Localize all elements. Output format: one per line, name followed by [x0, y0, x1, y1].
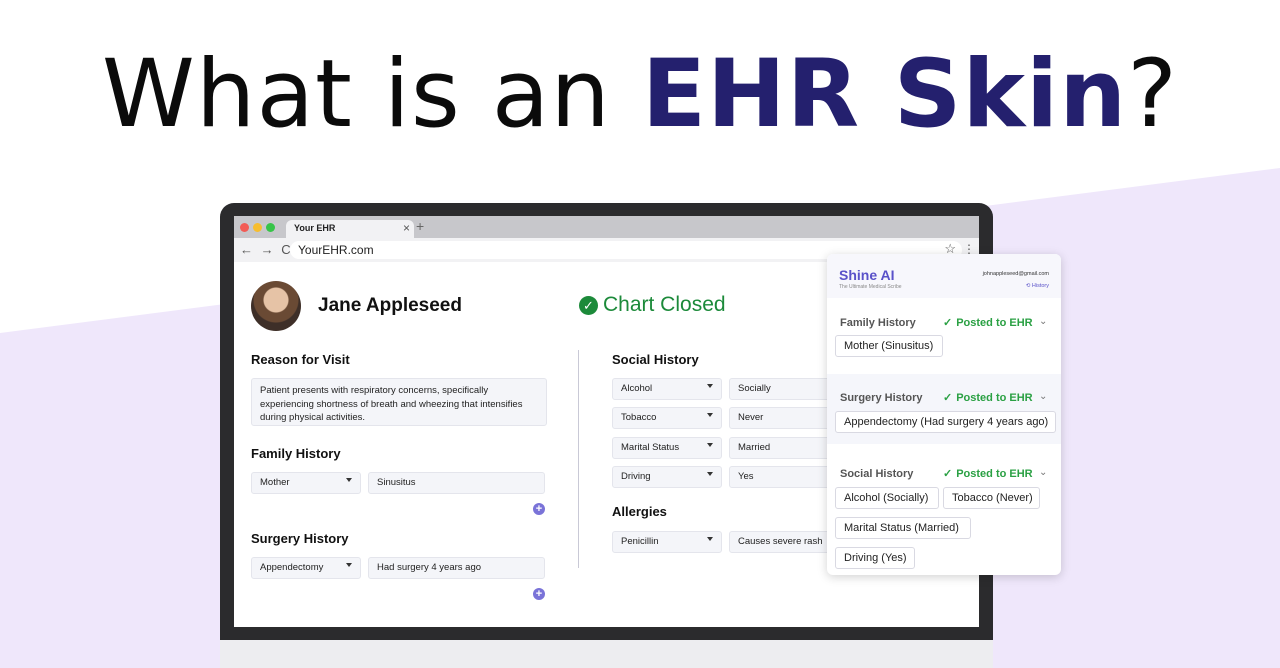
shine-header: Shine AI The Ultimate Medical Scribe joh… — [827, 254, 1061, 298]
select-value: Penicillin — [621, 536, 659, 547]
family-relation-select[interactable]: Mother — [251, 472, 361, 494]
chip-text: Alcohol (Socially) — [844, 492, 929, 504]
shine-section-title: Family History — [840, 317, 916, 329]
browser-tab[interactable]: Your EHR × — [286, 220, 414, 238]
reason-text: Patient presents with respiratory concer… — [260, 385, 523, 423]
chip[interactable]: Mother (Sinusitus) — [835, 335, 943, 357]
chevron-down-icon — [707, 537, 713, 541]
shine-section-title: Social History — [840, 468, 914, 480]
maximize-window-button[interactable] — [266, 223, 275, 232]
headline-suffix: ? — [1127, 40, 1179, 149]
close-window-button[interactable] — [240, 223, 249, 232]
chip[interactable]: Appendectomy (Had surgery 4 years ago) — [835, 411, 1056, 433]
field-value: Sinusitus — [377, 477, 416, 488]
posted-status: ✓ Posted to EHR — [943, 316, 1033, 329]
select-value: Mother — [260, 477, 290, 488]
select-value: Marital Status — [621, 442, 680, 453]
add-surgery-row-icon[interactable]: + — [533, 588, 545, 600]
shine-logo-title: Shine AI — [839, 267, 895, 283]
patient-avatar — [251, 281, 301, 331]
chart-status-text: Chart Closed — [603, 293, 726, 316]
field-value: Never — [738, 412, 764, 423]
select-value: Tobacco — [621, 412, 657, 423]
chip[interactable]: Alcohol (Socially) — [835, 487, 939, 509]
chip[interactable]: Driving (Yes) — [835, 547, 915, 569]
shine-ai-panel: Shine AI The Ultimate Medical Scribe joh… — [827, 254, 1061, 575]
posted-label: Posted to EHR — [956, 468, 1033, 480]
allergies-title: Allergies — [612, 504, 667, 519]
chip-text: Tobacco (Never) — [952, 492, 1033, 504]
allergy-select[interactable]: Penicillin — [612, 531, 722, 553]
select-value: Appendectomy — [260, 562, 324, 573]
posted-status: ✓ Posted to EHR — [943, 391, 1033, 404]
chevron-down-icon — [707, 443, 713, 447]
chip-text: Appendectomy (Had surgery 4 years ago) — [844, 416, 1049, 428]
select-value: Driving — [621, 471, 651, 482]
social-select-marital[interactable]: Marital Status — [612, 437, 722, 459]
chevron-down-icon — [707, 413, 713, 417]
nav-buttons[interactable]: ← → C — [240, 242, 293, 257]
social-select-tobacco[interactable]: Tobacco — [612, 407, 722, 429]
chevron-down-icon[interactable]: ⌄ — [1039, 467, 1047, 478]
minimize-window-button[interactable] — [253, 223, 262, 232]
add-family-row-icon[interactable]: + — [533, 503, 545, 515]
family-condition-input[interactable]: Sinusitus — [368, 472, 545, 494]
reason-textarea[interactable]: Patient presents with respiratory concer… — [251, 378, 547, 426]
new-tab-icon[interactable]: + — [416, 218, 424, 234]
check-icon: ✓ — [943, 392, 953, 404]
browser-tab-strip: Your EHR × + — [234, 216, 979, 238]
shine-tagline: The Ultimate Medical Scribe — [839, 284, 902, 290]
chip[interactable]: Marital Status (Married) — [835, 517, 971, 539]
column-divider — [578, 350, 579, 568]
headline-accent: EHR Skin — [641, 40, 1128, 149]
field-value: Married — [738, 442, 771, 453]
account-email: johnappleseed@gmail.com — [982, 271, 1049, 277]
chevron-down-icon — [707, 384, 713, 388]
chip-text: Mother (Sinusitus) — [844, 340, 934, 352]
check-icon: ✓ — [943, 317, 953, 329]
chip[interactable]: Tobacco (Never) — [943, 487, 1040, 509]
field-value: Socially — [738, 383, 771, 394]
surgery-select[interactable]: Appendectomy — [251, 557, 361, 579]
field-value: Yes — [738, 471, 754, 482]
tab-title: Your EHR — [294, 223, 336, 233]
chevron-down-icon — [346, 563, 352, 567]
history-label: History — [1031, 283, 1049, 289]
reason-title: Reason for Visit — [251, 352, 350, 367]
social-select-alcohol[interactable]: Alcohol — [612, 378, 722, 400]
url-text: YourEHR.com — [298, 243, 374, 257]
check-icon: ✓ — [579, 296, 598, 315]
tab-close-icon[interactable]: × — [403, 221, 410, 235]
select-value: Alcohol — [621, 383, 653, 394]
field-value: Causes severe rash — [738, 536, 823, 547]
history-link[interactable]: ⟲ History — [1026, 283, 1049, 289]
chevron-down-icon — [346, 478, 352, 482]
posted-status: ✓ Posted to EHR — [943, 467, 1033, 480]
chevron-down-icon — [707, 472, 713, 476]
headline-prefix: What is an — [101, 40, 642, 149]
laptop-base — [220, 640, 993, 668]
headline: What is an EHR Skin? — [0, 40, 1280, 149]
chevron-down-icon[interactable]: ⌄ — [1039, 316, 1047, 327]
shine-section-family: Family History ✓ Posted to EHR ⌄ Mother (… — [827, 302, 1061, 372]
posted-label: Posted to EHR — [956, 392, 1033, 404]
shine-section-surgery: Surgery History ✓ Posted to EHR ⌄ Appende… — [827, 374, 1061, 444]
shine-section-title: Surgery History — [840, 392, 923, 404]
chip-text: Marital Status (Married) — [844, 522, 959, 534]
shine-section-social: Social History ✓ Posted to EHR ⌄ Alcohol … — [827, 450, 1061, 575]
family-history-title: Family History — [251, 446, 341, 461]
field-value: Had surgery 4 years ago — [377, 562, 482, 573]
social-history-title: Social History — [612, 352, 699, 367]
surgery-history-title: Surgery History — [251, 531, 349, 546]
posted-label: Posted to EHR — [956, 317, 1033, 329]
social-select-driving[interactable]: Driving — [612, 466, 722, 488]
surgery-detail-input[interactable]: Had surgery 4 years ago — [368, 557, 545, 579]
chip-text: Driving (Yes) — [844, 552, 907, 564]
chevron-down-icon[interactable]: ⌄ — [1039, 391, 1047, 402]
patient-name: Jane Appleseed — [318, 295, 462, 316]
check-icon: ✓ — [943, 468, 953, 480]
